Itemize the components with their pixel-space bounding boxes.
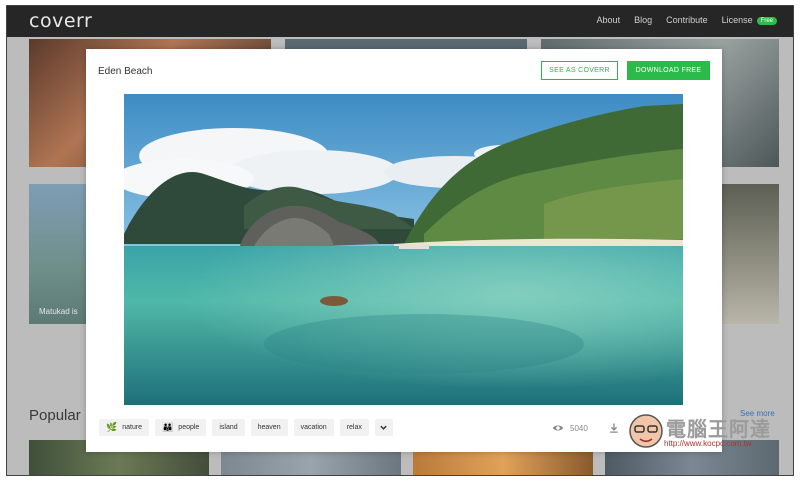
video-thumbnail[interactable] xyxy=(719,184,779,324)
popular-section-heading: Popular xyxy=(29,407,81,424)
family-icon: 👪 xyxy=(162,422,174,432)
tag-relax[interactable]: relax xyxy=(339,419,369,436)
more-tags-button[interactable] xyxy=(374,419,393,436)
download-icon[interactable] xyxy=(608,422,620,434)
download-free-button[interactable]: DOWNLOAD FREE xyxy=(627,61,710,80)
video-player[interactable] xyxy=(124,94,683,405)
video-title: Eden Beach xyxy=(98,66,153,77)
tag-nature[interactable]: 🌿 nature xyxy=(99,419,150,436)
nav-license[interactable]: License Free xyxy=(722,15,777,25)
watermark-text: 電腦王阿達 xyxy=(666,417,771,441)
nav-contribute[interactable]: Contribute xyxy=(666,15,708,25)
free-badge: Free xyxy=(756,17,777,25)
tag-label: people xyxy=(178,424,200,431)
main-nav: About Blog Contribute License Free xyxy=(597,15,777,25)
tag-island[interactable]: island xyxy=(212,419,245,436)
coverr-logo[interactable]: coverr xyxy=(29,10,92,32)
tag-label: nature xyxy=(122,424,143,431)
watermark-url: http://www.kocpc.com.tw xyxy=(664,439,752,448)
see-as-coverr-button[interactable]: SEE AS COVERR xyxy=(541,61,618,80)
tag-label: heaven xyxy=(257,424,281,431)
chevron-down-icon xyxy=(380,425,388,430)
tag-vacation[interactable]: vacation xyxy=(293,419,334,436)
beach-video-frame xyxy=(124,94,683,405)
thumbnail-caption: Matukad is xyxy=(39,307,78,316)
tag-label: vacation xyxy=(300,424,327,431)
leaf-person-icon: 🌿 xyxy=(106,422,118,432)
tag-people[interactable]: 👪 people xyxy=(155,419,207,436)
nav-license-label: License xyxy=(721,15,753,25)
view-count: 5040 xyxy=(570,423,588,433)
top-navbar: coverr About Blog Contribute License Free xyxy=(7,6,793,37)
nav-blog[interactable]: Blog xyxy=(634,15,652,25)
video-stats: 5040 xyxy=(552,422,620,434)
mascot-icon xyxy=(629,414,663,448)
nav-about[interactable]: About xyxy=(597,15,621,25)
tag-label: island xyxy=(219,424,238,431)
tag-label: relax xyxy=(346,424,362,431)
video-preview-modal: Eden Beach SEE AS COVERR DOWNLOAD FREE 🌿… xyxy=(86,49,722,452)
tag-heaven[interactable]: heaven xyxy=(250,419,288,436)
eye-icon xyxy=(552,425,564,431)
tag-list: 🌿 nature 👪 people island heaven vacation… xyxy=(99,419,393,436)
video-thumbnail[interactable] xyxy=(29,184,89,324)
screenshot-frame: coverr About Blog Contribute License Free… xyxy=(6,5,794,476)
site-watermark: 電腦王阿達 http://www.kocpc.com.tw xyxy=(626,411,776,455)
